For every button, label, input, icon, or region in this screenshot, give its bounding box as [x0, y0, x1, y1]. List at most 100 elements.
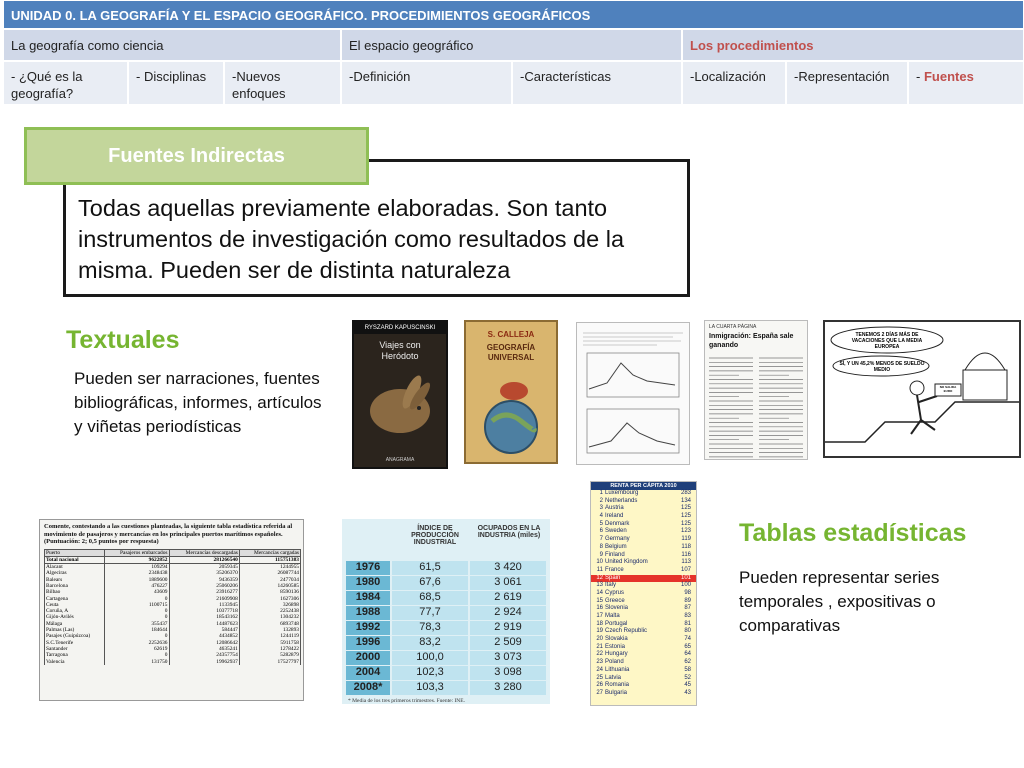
gdp-rank: 14 [596, 589, 603, 596]
gdp-value: 89 [684, 597, 691, 604]
industry-index-value: 68,5 [392, 591, 468, 605]
nav-sub-localizacion[interactable]: -Localización [682, 61, 786, 105]
nav-sub-disciplinas[interactable]: - Disciplinas [128, 61, 224, 105]
industry-year: 1992 [346, 621, 390, 635]
gdp-table-row: 7 Germany 119 [591, 536, 696, 544]
gdp-value: 58 [684, 666, 691, 673]
globe-illustration [484, 382, 538, 454]
gdp-table-row: 15 Greece 89 [591, 598, 696, 606]
gdp-table-row: 18 Portugal 81 [591, 621, 696, 629]
gdp-rank: 1 [599, 490, 603, 496]
industry-index-value: 100,0 [392, 651, 468, 665]
gdp-value: 100 [680, 582, 691, 589]
industry-index-value: 102,3 [392, 666, 468, 680]
nav-section-espacio-geografico[interactable]: El espacio geográfico [341, 29, 682, 61]
industry-table-body: 1976 61,5 3 420 1980 67,6 3 061 1984 68,5 2 619 1… [342, 561, 550, 695]
gdp-rank: 15 [596, 597, 603, 604]
report-graphs [583, 332, 683, 454]
nav-section-geografia-ciencia[interactable]: La geografía como ciencia [3, 29, 341, 61]
nav-sub-caracteristicas[interactable]: -Características [512, 61, 682, 105]
nav-sub-que-es[interactable]: - ¿Qué es la geografía? [3, 61, 128, 105]
gdp-table-row: 3 Austria 125 [591, 505, 696, 513]
gdp-country: Bulgaria [605, 689, 628, 696]
gdp-country: United Kingdom [605, 559, 648, 566]
gdp-table-row: 14 Cyprus 98 [591, 590, 696, 598]
gdp-country: Poland [605, 659, 624, 666]
gdp-table-row: 17 Malta 83 [591, 613, 696, 621]
gdp-value: 283 [680, 490, 691, 496]
industry-year: 2008* [346, 681, 390, 695]
gdp-table-row: 21 Estonia 65 [591, 644, 696, 652]
gdp-rank: 4 [599, 513, 603, 520]
gdp-value: 87 [684, 605, 691, 612]
ports-col-header: Puerto [43, 548, 106, 557]
ports-table-cell: 17527797 [238, 658, 302, 665]
definition-text: Todas aquellas previamente elaboradas. S… [78, 195, 625, 283]
ports-table-cell: Valencia [43, 658, 106, 665]
gdp-country: Slovakia [605, 636, 628, 643]
gdp-table-row: 11 France 107 [591, 567, 696, 575]
gdp-country: Italy [605, 582, 617, 589]
gdp-rank: 27 [596, 689, 603, 696]
book-title: Viajes con Heródoto [379, 340, 421, 361]
industry-table-row: 2000 100,0 3 073 [342, 651, 550, 665]
ports-table-cell: Total nacional [43, 556, 106, 565]
industry-index-value: 67,6 [392, 576, 468, 590]
gdp-country: France [605, 566, 624, 573]
ports-col-header: Mercancías cargadas [238, 548, 302, 557]
gdp-rank: 7 [599, 536, 603, 543]
gdp-country: Austria [605, 505, 624, 512]
industry-table-note: * Media de los tres primeros trimestres.… [348, 698, 466, 704]
nav-sub-fuentes-label: Fuentes [923, 69, 974, 84]
report-with-graphs-thumbnail [576, 322, 690, 465]
ports-statistics-table: Comente, contestando a las cuestiones pl… [39, 519, 304, 701]
gdp-rank: 21 [596, 643, 603, 650]
gdp-country: Denmark [605, 520, 630, 527]
industry-table-row: 1992 78,3 2 919 [342, 621, 550, 635]
gdp-table-row: 9 Finland 116 [591, 552, 696, 560]
gdp-country: Ireland [605, 513, 624, 520]
nav-sub-nuevos-enfoques[interactable]: -Nuevos enfoques [224, 61, 341, 105]
book2-author: S. CALLEJA [487, 330, 535, 339]
unit-navigation: UNIDAD 0. LA GEOGRAFÍA Y EL ESPACIO GEOG… [3, 0, 1024, 105]
industry-employed-value: 3 098 [470, 666, 546, 680]
textuales-title: Textuales [66, 326, 180, 354]
industry-employed-value: 3 061 [470, 576, 546, 590]
industry-header-employed: OCUPADOS EN LA INDUSTRIA (miles) [477, 525, 541, 539]
industry-year: 2000 [346, 651, 390, 665]
gdp-value: 125 [680, 513, 691, 520]
industry-index-table: ÍNDICE DE PRODUCCIÓN INDUSTRIAL OCUPADOS… [342, 519, 550, 704]
industry-year: 1980 [346, 576, 390, 590]
industry-employed-value: 3 073 [470, 651, 546, 665]
gdp-table-row: 22 Hungary 64 [591, 651, 696, 659]
industry-table-row: 1980 67,6 3 061 [342, 576, 550, 590]
article-title: Inmigración: España sale ganando [709, 333, 794, 349]
gdp-value: 125 [680, 505, 691, 512]
nav-sub-fuentes[interactable]: - Fuentes [908, 61, 1024, 105]
nav-sub-definicion[interactable]: -Definición [341, 61, 512, 105]
ports-table-row: Valencia 131750 19962937 17527797 [43, 658, 302, 665]
industry-employed-value: 3 280 [470, 681, 546, 695]
gdp-table-row: 12 Spain 101 [591, 574, 696, 583]
nav-sub-representacion[interactable]: -Representación [786, 61, 908, 105]
gdp-value: 101 [680, 574, 691, 581]
gdp-value: 119 [681, 536, 691, 543]
ports-table-cell: 109294 [104, 563, 170, 571]
gdp-value: 81 [684, 620, 691, 627]
gdp-value: 134 [680, 497, 691, 504]
nav-section-procedimientos[interactable]: Los procedimientos [682, 29, 1024, 61]
gdp-rank: 22 [596, 651, 603, 658]
industry-table-row: 2008* 103,3 3 280 [342, 681, 550, 695]
newspaper-article-thumbnail: LA CUARTA PÁGINA Inmigración: España sal… [704, 320, 808, 460]
gdp-rank: 13 [596, 582, 603, 589]
industry-employed-value: 2 919 [470, 621, 546, 635]
industry-employed-value: 2 924 [470, 606, 546, 620]
gdp-rank: 8 [599, 543, 603, 550]
ports-table-cell: 115751383 [238, 556, 302, 565]
gdp-table-title: RENTA PER CÁPITA 2010 [591, 482, 696, 490]
gdp-value: 113 [681, 559, 691, 566]
gdp-table-row: 23 Poland 62 [591, 659, 696, 667]
gdp-rank: 9 [599, 551, 603, 558]
ports-table-cell: 1244955 [238, 563, 302, 571]
industry-year: 1984 [346, 591, 390, 605]
